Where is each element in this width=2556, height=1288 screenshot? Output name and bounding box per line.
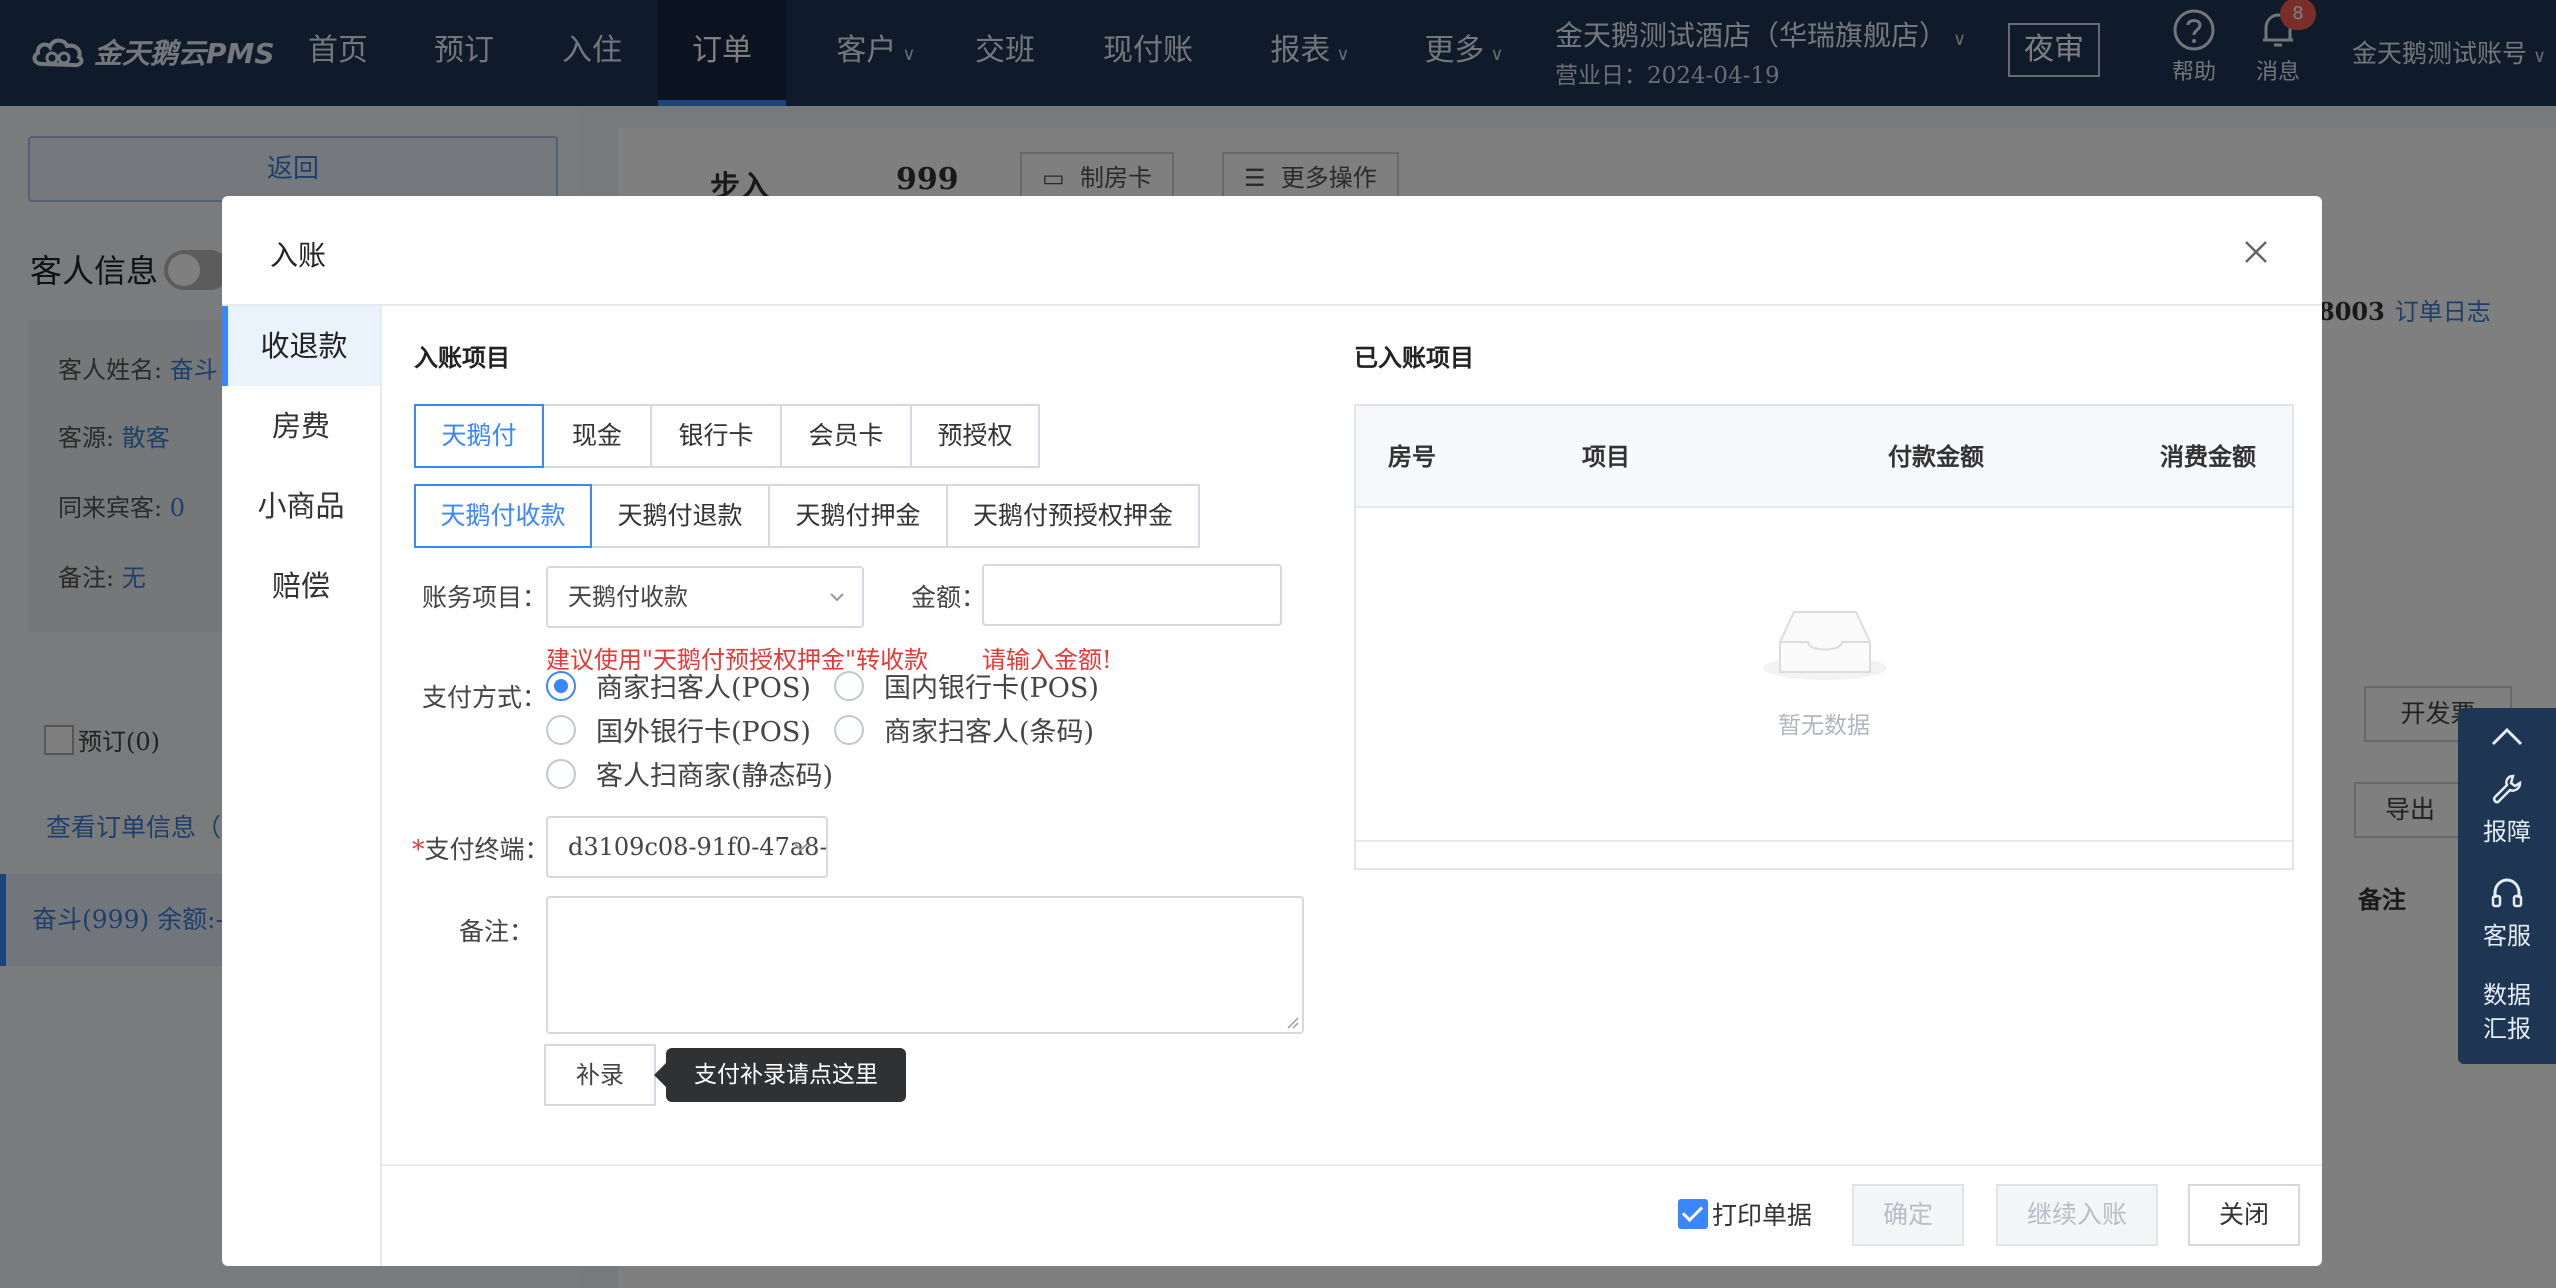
chevron-down-icon xyxy=(830,593,844,602)
amount-input[interactable] xyxy=(982,564,1282,626)
menu-item-room-charge[interactable]: 房费 xyxy=(222,386,380,466)
note-label: 备注： xyxy=(458,917,534,946)
account-item-select[interactable]: 天鹅付收款 xyxy=(546,566,864,628)
chevron-down-icon xyxy=(794,843,808,852)
pay-method-label: 支付方式： xyxy=(422,683,548,712)
tianepay-subtabs: 天鹅付收款 天鹅付退款 天鹅付押金 天鹅付预授权押金 xyxy=(414,484,1200,548)
menu-item-payment-refund[interactable]: 收退款 xyxy=(222,306,380,386)
tab-cash[interactable]: 现金 xyxy=(542,404,652,468)
radio-merchant-scan-barcode[interactable]: 商家扫客人(条码) xyxy=(834,710,1094,749)
terminal-select[interactable]: d3109c08-91f0-47a8-a... xyxy=(546,816,828,878)
customer-service-button[interactable]: 客服 xyxy=(2458,876,2556,951)
note-textarea[interactable] xyxy=(546,896,1304,1034)
resize-handle-icon[interactable] xyxy=(1285,1015,1299,1029)
radio-merchant-scan-pos[interactable]: 商家扫客人(POS) xyxy=(546,666,811,705)
tab-tianepay-refund[interactable]: 天鹅付退款 xyxy=(590,484,770,548)
column-consumption-amount: 消费金额 xyxy=(2160,442,2256,471)
wrench-icon xyxy=(2492,774,2522,804)
amount-label: 金额： xyxy=(910,583,986,612)
column-payment-amount: 付款金额 xyxy=(1888,442,1984,471)
terminal-label: *支付终端： xyxy=(412,835,550,864)
floating-help-panel: 报障 客服 数据汇报 xyxy=(2458,708,2556,1064)
pay-type-tabs: 天鹅付 现金 银行卡 会员卡 预授权 xyxy=(414,404,1040,468)
menu-item-goods[interactable]: 小商品 xyxy=(222,466,380,546)
headset-icon xyxy=(2491,878,2523,908)
data-report-button[interactable]: 数据汇报 xyxy=(2458,978,2556,1046)
close-icon[interactable] xyxy=(2236,232,2276,272)
radio-domestic-card-pos[interactable]: 国内银行卡(POS) xyxy=(834,666,1099,705)
print-receipt-checkbox[interactable]: 打印单据 xyxy=(1678,1196,1812,1232)
column-room-no: 房号 xyxy=(1388,442,1436,471)
post-entry-dialog: 入账 收退款 房费 小商品 赔偿 入账项目 已入账项目 天鹅付 现金 银行卡 会… xyxy=(222,196,2322,1266)
empty-text: 暂无数据 xyxy=(1778,713,1870,739)
tab-tianepay-preauth-deposit[interactable]: 天鹅付预授权押金 xyxy=(946,484,1200,548)
supplement-button[interactable]: 补录 xyxy=(544,1044,656,1106)
account-item-label: 账务项目： xyxy=(422,583,548,612)
empty-inbox-icon xyxy=(1763,611,1887,680)
table-scrollbar[interactable] xyxy=(1356,840,2292,842)
dialog-header: 入账 xyxy=(222,196,2322,306)
report-issue-button[interactable]: 报障 xyxy=(2458,772,2556,847)
tab-pre-auth[interactable]: 预授权 xyxy=(910,404,1040,468)
tab-tianepay-collect[interactable]: 天鹅付收款 xyxy=(414,484,592,548)
entry-category-menu: 收退款 房费 小商品 赔偿 xyxy=(222,306,382,1266)
checkbox-checked-icon xyxy=(1678,1199,1708,1229)
radio-foreign-card-pos[interactable]: 国外银行卡(POS) xyxy=(546,710,811,749)
supplement-tooltip: 支付补录请点这里 xyxy=(654,1048,906,1102)
continue-entry-button[interactable]: 继续入账 xyxy=(1996,1184,2158,1246)
confirm-button[interactable]: 确定 xyxy=(1852,1184,1964,1246)
dialog-title: 入账 xyxy=(270,239,327,272)
collapse-panel-button[interactable] xyxy=(2458,720,2556,754)
posted-items-table: 房号 项目 付款金额 消费金额 暂无数据 xyxy=(1354,404,2294,870)
tab-member-card[interactable]: 会员卡 xyxy=(780,404,912,468)
menu-item-compensation[interactable]: 赔偿 xyxy=(222,546,380,626)
radio-guest-scan-static[interactable]: 客人扫商家(静态码) xyxy=(546,754,833,793)
column-item: 项目 xyxy=(1582,442,1630,471)
tab-tianepay-deposit[interactable]: 天鹅付押金 xyxy=(768,484,948,548)
posted-items-title: 已入账项目 xyxy=(1354,343,1474,372)
chevron-up-icon xyxy=(2491,727,2523,746)
table-header: 房号 项目 付款金额 消费金额 xyxy=(1356,406,2292,508)
tab-bank-card[interactable]: 银行卡 xyxy=(650,404,782,468)
entry-items-title: 入账项目 xyxy=(414,343,510,372)
close-button[interactable]: 关闭 xyxy=(2188,1184,2300,1246)
tab-tianepay[interactable]: 天鹅付 xyxy=(414,404,544,468)
